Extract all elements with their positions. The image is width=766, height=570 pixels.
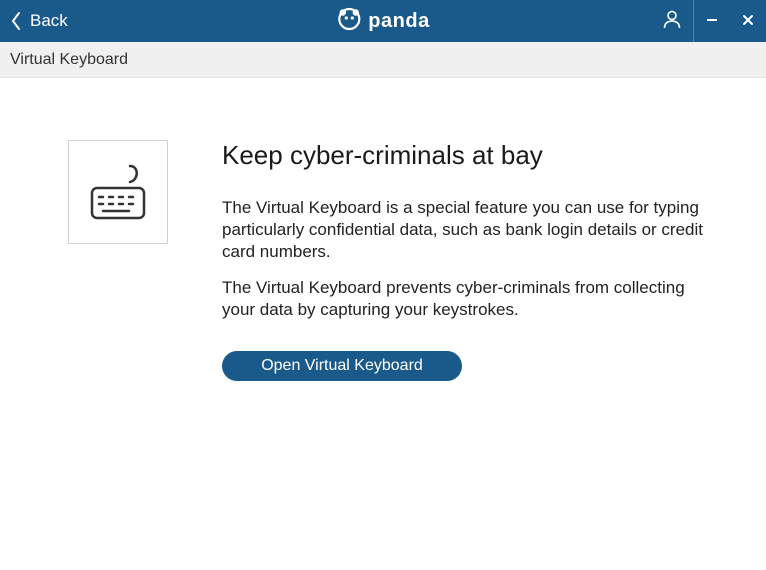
titlebar: Back panda	[0, 0, 766, 42]
brand-logo: panda	[336, 6, 429, 37]
feature-heading: Keep cyber-criminals at bay	[222, 140, 704, 171]
page-title: Virtual Keyboard	[10, 51, 128, 69]
close-icon	[741, 11, 755, 32]
user-account-button[interactable]	[650, 0, 694, 42]
back-label: Back	[30, 11, 68, 31]
minimize-button[interactable]	[694, 0, 730, 42]
main-content: Keep cyber-criminals at bay The Virtual …	[0, 78, 766, 381]
breadcrumb-bar: Virtual Keyboard	[0, 42, 766, 78]
chevron-left-icon	[10, 11, 22, 31]
feature-paragraph-1: The Virtual Keyboard is a special featur…	[222, 197, 704, 263]
back-button[interactable]: Back	[0, 11, 68, 31]
virtual-keyboard-icon	[82, 154, 154, 231]
close-button[interactable]	[730, 0, 766, 42]
window-controls	[650, 0, 766, 42]
minimize-icon	[705, 11, 719, 32]
panda-icon	[336, 6, 362, 37]
open-virtual-keyboard-button[interactable]: Open Virtual Keyboard	[222, 351, 462, 381]
text-column: Keep cyber-criminals at bay The Virtual …	[222, 140, 724, 381]
brand-name: panda	[368, 10, 429, 33]
feature-icon-card	[68, 140, 168, 244]
user-icon	[661, 8, 683, 35]
feature-paragraph-2: The Virtual Keyboard prevents cyber-crim…	[222, 277, 704, 321]
